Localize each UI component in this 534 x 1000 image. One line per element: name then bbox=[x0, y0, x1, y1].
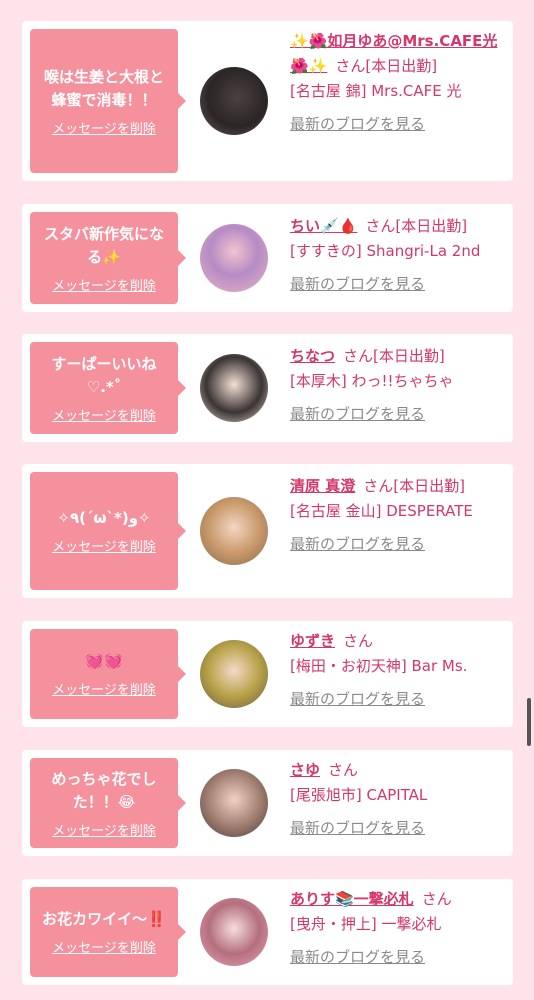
message-card: スタバ新作気になる✨ メッセージを削除 ちい💉🩸 さん[本日出勤] [すすきの] … bbox=[22, 204, 513, 312]
message-text: お花カワイイ〜‼️ bbox=[42, 910, 166, 928]
cast-name-link[interactable]: ちなつ bbox=[290, 347, 335, 365]
shop-name: [曳舟・押上] 一撃必札 bbox=[290, 915, 442, 933]
delete-message-link[interactable]: メッセージを削除 bbox=[52, 275, 156, 294]
cast-name-link[interactable]: ゆずき bbox=[290, 632, 335, 650]
latest-blog-link[interactable]: 最新のブログを見る bbox=[290, 112, 508, 137]
avatar[interactable] bbox=[200, 640, 268, 708]
shop-name: [尾張旭市] CAPITAL bbox=[290, 786, 428, 804]
cast-info: 清原 真澄 さん[本日出勤] [名古屋 金山] DESPERATE 最新のブログを… bbox=[290, 474, 508, 557]
latest-blog-link[interactable]: 最新のブログを見る bbox=[290, 945, 508, 970]
delete-message-link[interactable]: メッセージを削除 bbox=[52, 679, 156, 698]
cast-info: さゆ さん [尾張旭市] CAPITAL 最新のブログを見る bbox=[290, 758, 508, 841]
message-bubble: スタバ新作気になる✨ メッセージを削除 bbox=[30, 212, 186, 304]
message-card: めっちゃ花でした！！😂 メッセージを削除 さゆ さん [尾張旭市] CAPITAL… bbox=[22, 750, 513, 856]
avatar[interactable] bbox=[200, 67, 268, 135]
message-card: 喉は生姜と大根と蜂蜜で消毒！！ メッセージを削除 ✨🌺如月ゆあ@Mrs.CAFE… bbox=[22, 21, 513, 181]
message-text: めっちゃ花でした！！😂 bbox=[51, 769, 157, 811]
latest-blog-link[interactable]: 最新のブログを見る bbox=[290, 532, 508, 557]
cast-info: ありす📚一撃必札 さん [曳舟・押上] 一撃必札 最新のブログを見る bbox=[290, 887, 508, 970]
honorific: さん bbox=[343, 347, 374, 365]
honorific: さん bbox=[335, 57, 366, 75]
shop-name: [すすきの] Shangri-La 2nd bbox=[290, 242, 481, 260]
shop-name: [梅田・お初天神] Bar Ms. bbox=[290, 657, 468, 675]
honorific: さん bbox=[421, 890, 452, 908]
work-status: [本日出勤] bbox=[373, 347, 445, 365]
honorific: さん bbox=[328, 761, 359, 779]
message-card: ✧٩(ˊωˋ*)و✧ メッセージを削除 清原 真澄 さん[本日出勤] [名古屋 金… bbox=[22, 464, 513, 598]
message-card: 💓💓 メッセージを削除 ゆずき さん [梅田・お初天神] Bar Ms. 最新のブ… bbox=[22, 621, 513, 727]
shop-name: [本厚木] わっ!!ちゃちゃ bbox=[290, 372, 454, 390]
delete-message-link[interactable]: メッセージを削除 bbox=[52, 536, 156, 555]
delete-message-link[interactable]: メッセージを削除 bbox=[52, 405, 156, 424]
message-text: ✧٩(ˊωˋ*)و✧ bbox=[57, 509, 151, 527]
message-text: スタバ新作気になる✨ bbox=[43, 224, 164, 266]
work-status: [本日出勤] bbox=[365, 57, 438, 75]
delete-message-link[interactable]: メッセージを削除 bbox=[52, 820, 156, 839]
avatar[interactable] bbox=[200, 497, 268, 565]
cast-info: ✨🌺如月ゆあ@Mrs.CAFE光🌺✨ さん[本日出勤] [名古屋 錦] Mrs.C… bbox=[290, 29, 508, 137]
latest-blog-link[interactable]: 最新のブログを見る bbox=[290, 402, 508, 427]
honorific: さん bbox=[363, 477, 394, 495]
message-card: お花カワイイ〜‼️ メッセージを削除 ありす📚一撃必札 さん [曳舟・押上] 一撃… bbox=[22, 879, 513, 985]
message-bubble: すーぱーいいね♡.*˚ メッセージを削除 bbox=[30, 342, 186, 434]
latest-blog-link[interactable]: 最新のブログを見る bbox=[290, 687, 508, 712]
avatar[interactable] bbox=[200, 224, 268, 292]
message-bubble: 喉は生姜と大根と蜂蜜で消毒！！ メッセージを削除 bbox=[30, 29, 186, 173]
work-status: [本日出勤] bbox=[393, 477, 465, 495]
cast-info: ちい💉🩸 さん[本日出勤] [すすきの] Shangri-La 2nd 最新のブロ… bbox=[290, 214, 508, 297]
delete-message-link[interactable]: メッセージを削除 bbox=[52, 118, 156, 137]
message-card: すーぱーいいね♡.*˚ メッセージを削除 ちなつ さん[本日出勤] [本厚木] わ… bbox=[22, 334, 513, 442]
cast-info: ちなつ さん[本日出勤] [本厚木] わっ!!ちゃちゃ 最新のブログを見る bbox=[290, 344, 508, 427]
message-text: すーぱーいいね♡.*˚ bbox=[51, 354, 157, 396]
shop-name: [名古屋 金山] DESPERATE bbox=[290, 502, 473, 520]
delete-message-link[interactable]: メッセージを削除 bbox=[52, 937, 156, 956]
latest-blog-link[interactable]: 最新のブログを見る bbox=[290, 816, 508, 841]
shop-name: [名古屋 錦] Mrs.CAFE 光 bbox=[290, 82, 462, 100]
work-status: [本日出勤] bbox=[395, 217, 468, 235]
message-bubble: めっちゃ花でした！！😂 メッセージを削除 bbox=[30, 758, 186, 848]
cast-name-link[interactable]: 清原 真澄 bbox=[290, 477, 355, 495]
cast-name-link[interactable]: ありす📚一撃必札 bbox=[290, 890, 414, 908]
cast-info: ゆずき さん [梅田・お初天神] Bar Ms. 最新のブログを見る bbox=[290, 629, 508, 712]
cast-name-link[interactable]: さゆ bbox=[290, 761, 320, 779]
honorific: さん bbox=[343, 632, 374, 650]
message-bubble: ✧٩(ˊωˋ*)و✧ メッセージを削除 bbox=[30, 472, 186, 590]
message-bubble: 💓💓 メッセージを削除 bbox=[30, 629, 186, 719]
message-text: 喉は生姜と大根と蜂蜜で消毒！！ bbox=[43, 67, 164, 109]
latest-blog-link[interactable]: 最新のブログを見る bbox=[290, 272, 508, 297]
message-text: 💓💓 bbox=[85, 652, 123, 670]
cast-name-link[interactable]: ちい💉🩸 bbox=[290, 217, 357, 235]
avatar[interactable] bbox=[200, 354, 268, 422]
honorific: さん bbox=[365, 217, 396, 235]
message-bubble: お花カワイイ〜‼️ メッセージを削除 bbox=[30, 887, 186, 977]
avatar[interactable] bbox=[200, 898, 268, 966]
scrollbar[interactable] bbox=[527, 698, 531, 746]
avatar[interactable] bbox=[200, 769, 268, 837]
